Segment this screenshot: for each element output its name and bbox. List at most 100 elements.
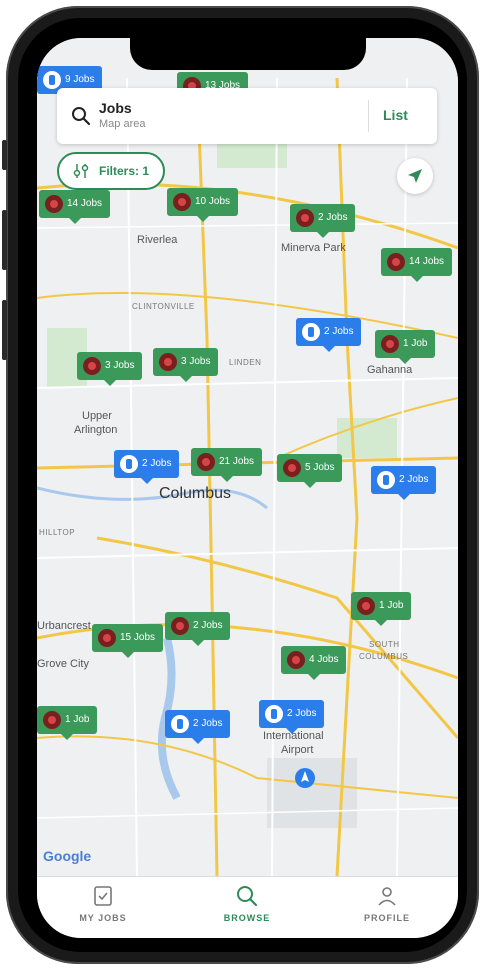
list-view-button[interactable]: List: [383, 107, 408, 123]
app-screen: Riverlea Minerva Park CLINTONVILLE LINDE…: [37, 38, 458, 938]
search-subtitle: Map area: [99, 118, 146, 130]
pin-label: 10 Jobs: [195, 196, 231, 207]
job-pin-icon: [83, 357, 101, 375]
bottom-tab-bar: MY JOBS BROWSE PROFILE: [37, 876, 458, 938]
restaurant-pin-icon: [265, 705, 283, 723]
pin-label: 1 Job: [379, 600, 404, 611]
job-pin-icon: [357, 597, 375, 615]
map-pin[interactable]: 4 Jobs: [281, 646, 347, 680]
my-location-button[interactable]: [397, 158, 433, 194]
map-pin[interactable]: 5 Jobs: [277, 454, 343, 488]
job-pin-icon: [296, 209, 314, 227]
tab-label: BROWSE: [223, 913, 271, 923]
search-icon: [237, 886, 258, 907]
tab-label: MY JOBS: [79, 913, 127, 923]
pin-label: 14 Jobs: [67, 198, 103, 209]
map-label: Columbus: [159, 485, 232, 502]
map-pin[interactable]: 2 Jobs: [165, 612, 231, 646]
pin-label: 1 Job: [65, 714, 90, 725]
job-pin-icon: [43, 71, 61, 89]
map-label: Upper: [82, 410, 112, 422]
pin-label: 2 Jobs: [318, 212, 348, 223]
map-label: HILLTOP: [39, 528, 76, 537]
job-pin-icon: [173, 193, 191, 211]
map-label: Minerva Park: [281, 242, 346, 254]
map-label: SOUTH: [369, 640, 400, 649]
phone-notch: [130, 38, 366, 70]
map-pin[interactable]: 3 Jobs: [77, 352, 143, 386]
job-pin-icon: [45, 195, 63, 213]
tab-browse[interactable]: BROWSE: [197, 885, 297, 923]
map-label: Urbancrest: [37, 620, 91, 632]
pin-label: 21 Jobs: [219, 456, 255, 467]
job-pin-icon: [381, 335, 399, 353]
map-pin[interactable]: 1 Job: [375, 330, 436, 364]
restaurant-pin-icon: [120, 455, 138, 473]
phone-side-button: [2, 140, 7, 170]
search-bar[interactable]: Jobs Map area List: [57, 88, 437, 144]
pin-label: 1 Job: [403, 338, 428, 349]
filter-sliders-icon: [73, 164, 89, 178]
navigation-arrow-icon: [408, 169, 422, 183]
map-label: Gahanna: [367, 364, 413, 376]
map-pin[interactable]: 2 Jobs: [259, 700, 325, 734]
map-label: LINDEN: [229, 358, 262, 367]
restaurant-pin-icon: [302, 323, 320, 341]
job-pin-icon: [159, 353, 177, 371]
filters-button[interactable]: Filters: 1: [57, 152, 165, 190]
tab-profile[interactable]: PROFILE: [337, 885, 437, 923]
phone-side-button: [2, 300, 7, 360]
pin-label: 9 Jobs: [65, 74, 95, 85]
map-label: Airport: [281, 744, 314, 756]
map-pin[interactable]: 2 Jobs: [371, 466, 437, 500]
pin-label: 15 Jobs: [120, 632, 156, 643]
map-pin[interactable]: 14 Jobs: [381, 248, 453, 282]
map-pin[interactable]: 3 Jobs: [153, 348, 219, 382]
search-divider: [368, 100, 369, 132]
map-pin[interactable]: 10 Jobs: [167, 188, 239, 222]
job-pin-icon: [287, 651, 305, 669]
map-label: CLINTONVILLE: [132, 302, 195, 311]
job-pin-icon: [283, 459, 301, 477]
pin-label: 2 Jobs: [193, 620, 223, 631]
map-pin[interactable]: 1 Job: [351, 592, 412, 626]
search-icon: [72, 107, 91, 126]
map-label: Arlington: [74, 424, 118, 436]
tab-label: PROFILE: [363, 913, 410, 923]
map-pin[interactable]: 15 Jobs: [92, 624, 164, 658]
map-pin[interactable]: 2 Jobs: [290, 204, 356, 238]
search-title: Jobs: [99, 100, 132, 116]
map-pin[interactable]: 14 Jobs: [39, 190, 111, 224]
pin-label: 5 Jobs: [305, 462, 335, 473]
map-pin[interactable]: 2 Jobs: [114, 450, 180, 484]
map-pin[interactable]: 2 Jobs: [296, 318, 362, 352]
job-pin-icon: [43, 711, 61, 729]
map-pin[interactable]: 21 Jobs: [191, 448, 263, 482]
pin-label: 2 Jobs: [142, 458, 172, 469]
map-label: Grove City: [37, 658, 89, 670]
map-label: Riverlea: [137, 234, 178, 246]
job-pin-icon: [387, 253, 405, 271]
restaurant-pin-icon: [171, 715, 189, 733]
tab-my-jobs[interactable]: MY JOBS: [53, 885, 153, 923]
restaurant-pin-icon: [377, 471, 395, 489]
filters-label: Filters: 1: [99, 164, 150, 178]
phone-side-button: [2, 210, 7, 270]
google-logo: Google: [43, 848, 92, 864]
map-label: COLUMBUS: [359, 652, 409, 661]
user-icon: [378, 887, 396, 906]
pin-label: 2 Jobs: [324, 326, 354, 337]
pin-label: 4 Jobs: [309, 654, 339, 665]
job-pin-icon: [171, 617, 189, 635]
pin-label: 3 Jobs: [181, 356, 211, 367]
pin-label: 2 Jobs: [287, 708, 317, 719]
checklist-icon: [94, 886, 112, 906]
job-pin-icon: [197, 453, 215, 471]
pin-label: 3 Jobs: [105, 360, 135, 371]
pin-label: 14 Jobs: [409, 256, 445, 267]
pin-label: 2 Jobs: [193, 718, 223, 729]
job-pin-icon: [98, 629, 116, 647]
pin-label: 2 Jobs: [399, 474, 429, 485]
map-pin[interactable]: 1 Job: [37, 706, 98, 740]
map-pin[interactable]: 2 Jobs: [165, 710, 231, 744]
